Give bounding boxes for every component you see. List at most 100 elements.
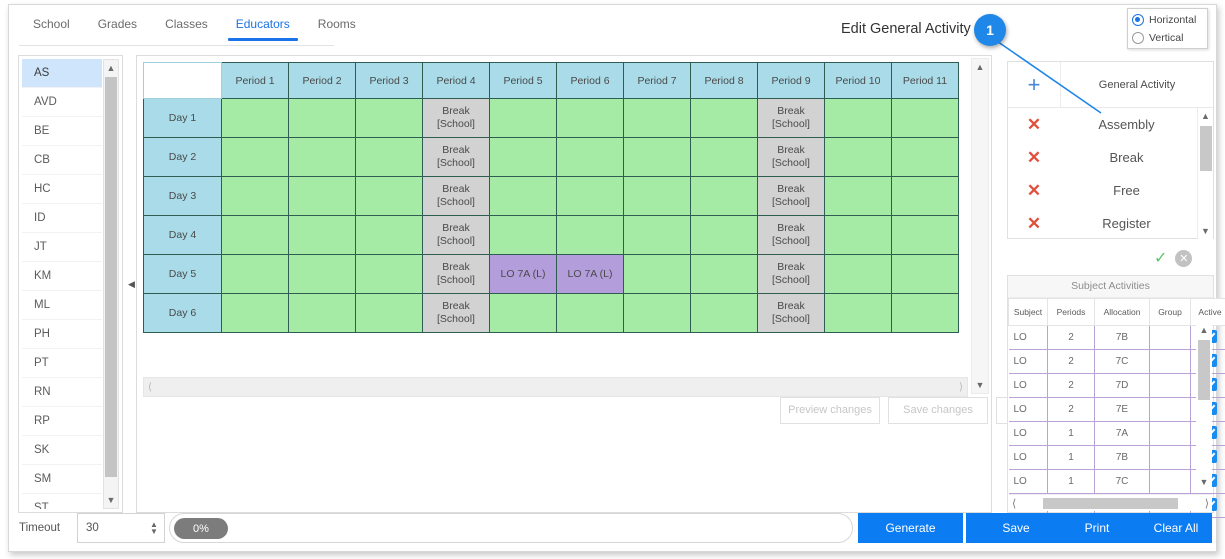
- educator-item[interactable]: AS: [22, 59, 102, 88]
- educator-list[interactable]: AS AVD BE CB HC ID JT KM ML PH PT RN RP SK SM ST: [22, 59, 102, 509]
- timetable-cell-free[interactable]: [489, 176, 557, 216]
- scroll-up-icon[interactable]: ▲: [104, 60, 118, 76]
- timetable-cell-free[interactable]: [824, 293, 892, 333]
- timetable-cell-free[interactable]: [556, 98, 624, 138]
- timetable-cell-free[interactable]: [288, 215, 356, 255]
- timetable-cell-free[interactable]: [891, 137, 959, 177]
- timetable-cell-break[interactable]: Break [School]: [757, 176, 825, 216]
- educator-item[interactable]: JT: [22, 233, 102, 262]
- timetable-cell-free[interactable]: [690, 137, 758, 177]
- table-row[interactable]: LO 1 7A: [1008, 421, 1225, 446]
- save-changes-button[interactable]: Save changes: [888, 397, 988, 424]
- timetable-cell-free[interactable]: [690, 176, 758, 216]
- table-row[interactable]: LO 2 7C: [1008, 349, 1225, 374]
- timetable-cell-free[interactable]: [355, 98, 423, 138]
- radio-horizontal[interactable]: Horizontal: [1132, 11, 1203, 29]
- general-activity-row[interactable]: ✕ Assembly: [1008, 108, 1213, 141]
- timetable-cell-free[interactable]: [824, 254, 892, 294]
- timetable-cell-free[interactable]: [891, 254, 959, 294]
- scroll-down-icon[interactable]: ▼: [1196, 474, 1212, 490]
- scrollbar-thumb[interactable]: [105, 77, 117, 477]
- table-row[interactable]: LO 2 7B: [1008, 325, 1225, 350]
- table-row[interactable]: LO 2 7E: [1008, 397, 1225, 422]
- timetable-cell-free[interactable]: [623, 176, 691, 216]
- timetable-cell-break[interactable]: Break [School]: [757, 98, 825, 138]
- timeout-stepper[interactable]: 30 ▲ ▼: [77, 513, 165, 543]
- timetable-cell-free[interactable]: [288, 137, 356, 177]
- timetable-cell-free[interactable]: [891, 293, 959, 333]
- print-button[interactable]: Print: [1049, 513, 1145, 543]
- subject-activities-horizontal-scrollbar[interactable]: ⟨ ⟩: [1009, 494, 1212, 511]
- timetable-cell-break[interactable]: Break [School]: [757, 293, 825, 333]
- timetable-cell-free[interactable]: [623, 215, 691, 255]
- timetable-cell-break[interactable]: Break [School]: [422, 137, 490, 177]
- clear-all-button[interactable]: Clear All: [1140, 513, 1212, 543]
- timetable-grid[interactable]: Period 1 Period 2 Period 3 Period 4 Period 5…: [143, 62, 959, 333]
- delete-icon[interactable]: ✕: [1008, 181, 1060, 201]
- educator-item[interactable]: RN: [22, 378, 102, 407]
- timetable-cell-free[interactable]: [690, 254, 758, 294]
- timetable-cell-free[interactable]: [288, 176, 356, 216]
- timetable-cell-break[interactable]: Break [School]: [757, 137, 825, 177]
- educator-item[interactable]: SK: [22, 436, 102, 465]
- scroll-down-icon[interactable]: ▼: [972, 377, 988, 393]
- educator-item[interactable]: KM: [22, 262, 102, 291]
- timetable-vertical-scrollbar[interactable]: ▲ ▼: [971, 58, 989, 394]
- timetable-cell-free[interactable]: [891, 176, 959, 216]
- timetable-cell-free[interactable]: [489, 137, 557, 177]
- stepper-down-icon[interactable]: ▼: [150, 528, 158, 536]
- timetable-horizontal-scrollbar[interactable]: ⟨ ⟩: [143, 377, 968, 397]
- timetable-cell-free[interactable]: [221, 137, 289, 177]
- delete-icon[interactable]: ✕: [1008, 115, 1060, 135]
- educator-item[interactable]: PH: [22, 320, 102, 349]
- general-activity-scrollbar[interactable]: ▲ ▼: [1197, 108, 1213, 239]
- table-row[interactable]: LO 1 7C: [1008, 469, 1225, 494]
- timetable-cell-free[interactable]: [690, 293, 758, 333]
- timetable-cell-free[interactable]: [623, 293, 691, 333]
- add-general-activity-button[interactable]: +: [1008, 62, 1061, 107]
- timeout-value[interactable]: 30: [78, 522, 144, 534]
- generate-button[interactable]: Generate: [858, 513, 963, 543]
- timetable-cell-activity[interactable]: LO 7A (L): [556, 254, 624, 294]
- stepper-buttons[interactable]: ▲ ▼: [144, 521, 164, 536]
- timetable-cell-break[interactable]: Break [School]: [422, 215, 490, 255]
- timetable-cell-free[interactable]: [489, 215, 557, 255]
- preview-changes-button[interactable]: Preview changes: [780, 397, 880, 424]
- timetable-cell-free[interactable]: [556, 137, 624, 177]
- timetable-cell-break[interactable]: Break [School]: [422, 254, 490, 294]
- timetable-cell-free[interactable]: [221, 176, 289, 216]
- educator-item[interactable]: BE: [22, 117, 102, 146]
- timetable-cell-break[interactable]: Break [School]: [757, 254, 825, 294]
- timetable-cell-free[interactable]: [288, 98, 356, 138]
- general-activity-row[interactable]: ✕ Register: [1008, 207, 1213, 240]
- collapse-left-icon[interactable]: ◀: [128, 279, 135, 290]
- timetable-cell-free[interactable]: [623, 98, 691, 138]
- educator-item[interactable]: ML: [22, 291, 102, 320]
- timetable-cell-free[interactable]: [288, 293, 356, 333]
- scroll-left-icon[interactable]: ⟨: [1012, 497, 1016, 510]
- timetable-cell-free[interactable]: [891, 98, 959, 138]
- tab-educators[interactable]: Educators: [222, 13, 304, 41]
- scroll-down-icon[interactable]: ▼: [1198, 223, 1213, 239]
- timetable-cell-free[interactable]: [221, 98, 289, 138]
- tab-school[interactable]: School: [19, 13, 84, 40]
- table-row[interactable]: LO 1 7B: [1008, 445, 1225, 470]
- tab-grades[interactable]: Grades: [84, 13, 151, 40]
- scroll-down-icon[interactable]: ▼: [104, 492, 118, 508]
- scroll-right-icon[interactable]: ⟩: [1205, 497, 1209, 510]
- timetable-cell-free[interactable]: [221, 293, 289, 333]
- general-activity-row[interactable]: ✕ Break: [1008, 141, 1213, 174]
- subject-activities-table[interactable]: Subject Periods Allocation Group Active LO 2 7B…: [1008, 298, 1225, 518]
- timetable-cell-break[interactable]: Break [School]: [757, 215, 825, 255]
- scrollbar-thumb[interactable]: [1200, 126, 1212, 171]
- timetable-cell-free[interactable]: [690, 215, 758, 255]
- timetable-cell-free[interactable]: [824, 176, 892, 216]
- timetable-cell-free[interactable]: [824, 98, 892, 138]
- educator-item[interactable]: AVD: [22, 88, 102, 117]
- educator-item[interactable]: RP: [22, 407, 102, 436]
- scroll-right-icon[interactable]: ⟩: [959, 382, 963, 393]
- timetable-cell-free[interactable]: [690, 98, 758, 138]
- timetable-cell-break[interactable]: Break [School]: [422, 98, 490, 138]
- timetable-cell-free[interactable]: [288, 254, 356, 294]
- scroll-left-icon[interactable]: ⟨: [148, 382, 152, 393]
